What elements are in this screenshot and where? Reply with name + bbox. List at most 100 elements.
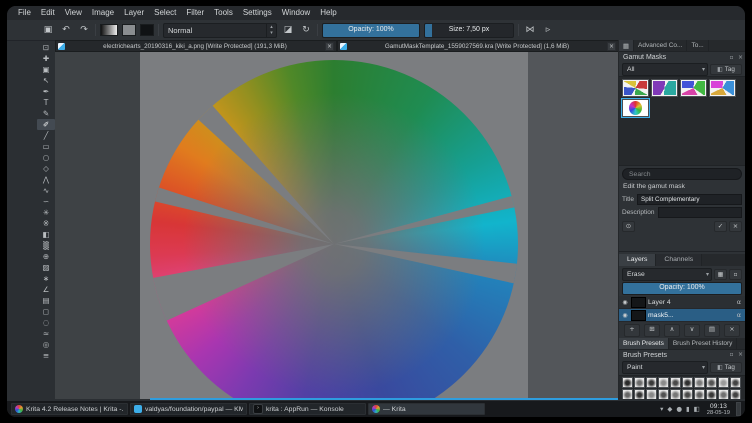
polygon-tool[interactable]: ◇ (37, 163, 55, 174)
layer-filter-button[interactable]: ▦ (714, 268, 727, 280)
tray-icon-5[interactable]: ◧ (694, 405, 700, 413)
gamut-mask-4[interactable] (709, 79, 736, 97)
brush-tag-button[interactable]: ◧ Tag (710, 362, 742, 373)
alpha-lock-icon[interactable]: α (737, 311, 743, 319)
pattern-chooser[interactable] (122, 24, 136, 36)
mask-tag-button[interactable]: ◧ Tag (710, 64, 742, 75)
brush-presets-tab[interactable]: Brush Presets (619, 338, 669, 349)
redo-button[interactable]: ↷ (77, 23, 91, 37)
brush-preset-thumb[interactable] (670, 389, 681, 399)
menu-help[interactable]: Help (315, 6, 341, 20)
more-options-button[interactable]: ▹ (541, 23, 555, 37)
gamut-mask-color-wheel[interactable] (150, 60, 518, 399)
menu-file[interactable]: File (13, 6, 36, 20)
brush-preset-thumb[interactable] (694, 377, 705, 388)
menu-window[interactable]: Window (277, 6, 315, 20)
subwindow-titlebar-gamut[interactable]: GamutMaskTemplate_1559027569.kra [Write … (337, 40, 619, 52)
mask-title-input[interactable]: Split Complementary (637, 193, 742, 205)
gamut-masks-tab[interactable]: ▦ (619, 40, 634, 51)
menu-image[interactable]: Image (87, 6, 119, 20)
brush-preset-thumb[interactable] (730, 377, 741, 388)
brush-preset-thumb[interactable] (658, 389, 669, 399)
float-docker-button[interactable]: ▫ (727, 350, 736, 360)
tray-icon-4[interactable]: ▮ (686, 405, 690, 413)
close-docker-button[interactable]: × (736, 53, 745, 63)
layer-row-mask5-[interactable]: ◉ mask5... α (619, 309, 745, 322)
zoom-tool[interactable]: ◎ (37, 339, 55, 350)
gradient-chooser[interactable] (100, 24, 118, 36)
move-tool[interactable]: ✚ (37, 53, 55, 64)
gradient-tool[interactable]: ▒ (37, 240, 55, 251)
mask-description-input[interactable] (657, 206, 742, 218)
fill-tool[interactable]: ◧ (37, 229, 55, 240)
layer-options-button[interactable]: ▫ (729, 268, 742, 280)
bezier-curve-tool[interactable]: ∿ (37, 185, 55, 196)
freehand-brush-tool[interactable]: ✐ (37, 119, 55, 130)
multibrush-tool[interactable]: ※ (37, 218, 55, 229)
layer-row-layer-4[interactable]: ◉ Layer 4 α (619, 296, 745, 309)
mask-tag-filter-combo[interactable]: All ▾ (622, 63, 708, 76)
freehand-path-tool[interactable]: ∽ (37, 196, 55, 207)
assistants-tool[interactable]: ∗ (37, 273, 55, 284)
elliptical-selection-tool[interactable]: ◌ (37, 317, 55, 328)
tray-icon-3[interactable]: ● (676, 405, 682, 413)
gamut-mask-2[interactable] (651, 79, 678, 97)
brush-preset-history-tab[interactable]: Brush Preset History (669, 338, 738, 349)
taskbar-item-2[interactable]: valdyas/foundation/paypal — KM... (130, 403, 247, 415)
mirror-button[interactable]: ⋈ (523, 23, 537, 37)
close-subwindow-button[interactable]: × (607, 41, 616, 51)
opacity-slider[interactable]: Opacity: 100% (322, 22, 420, 38)
tray-icon-1[interactable]: ▾ (660, 405, 663, 413)
visibility-eye-icon[interactable]: ◉ (621, 299, 629, 306)
tray-icon-2[interactable]: ◆ (667, 405, 672, 413)
delete-layer-button[interactable]: × (724, 323, 740, 337)
menu-layer[interactable]: Layer (119, 6, 149, 20)
menu-settings[interactable]: Settings (238, 6, 277, 20)
brush-preset-thumb[interactable] (694, 389, 705, 399)
duplicate-layer-button[interactable]: ⊞ (644, 323, 660, 337)
menu-view[interactable]: View (60, 6, 87, 20)
clock[interactable]: 09:13 28-05-19 (707, 403, 730, 416)
brush-tag-filter-combo[interactable]: Paint ▾ (622, 361, 708, 374)
gamut-mask-1[interactable] (622, 79, 649, 97)
brush-preset-thumb[interactable] (670, 377, 681, 388)
brush-preset-thumb[interactable] (706, 389, 717, 399)
canvas-area[interactable] (55, 52, 619, 399)
move-layer-down-button[interactable]: ∨ (684, 323, 700, 337)
edit-shapes-tool[interactable]: ✎ (37, 108, 55, 119)
show-desktop-button[interactable] (736, 402, 741, 416)
brush-preset-thumb[interactable] (622, 377, 633, 388)
pan-tool[interactable]: ≡ (37, 350, 55, 361)
foreground-color-chooser[interactable] (140, 24, 154, 36)
layer-opacity-slider[interactable]: Opacity: 100% (622, 282, 742, 295)
cancel-mask-button[interactable]: × (729, 220, 742, 232)
brush-preset-thumb[interactable] (682, 389, 693, 399)
dynamic-brush-tool[interactable]: ✳ (37, 207, 55, 218)
brush-preset-thumb[interactable] (634, 377, 645, 388)
smart-patch-tool[interactable]: ▨ (37, 262, 55, 273)
polyline-tool[interactable]: ⋀ (37, 174, 55, 185)
rectangle-tool[interactable]: ▭ (37, 141, 55, 152)
gamut-mask-5[interactable] (621, 98, 650, 118)
brush-preset-thumb[interactable] (730, 389, 741, 399)
undo-button[interactable]: ↶ (59, 23, 73, 37)
brush-size-slider[interactable]: Size: 7,50 px (424, 22, 514, 38)
menu-tools[interactable]: Tools (209, 6, 238, 20)
visibility-eye-icon[interactable]: ◉ (621, 312, 629, 319)
brush-preset-thumb[interactable] (622, 389, 633, 399)
float-docker-button[interactable]: ▫ (727, 53, 736, 63)
save-mask-button[interactable]: ✓ (714, 220, 727, 232)
taskbar-item-3[interactable]: › krita : AppRun — Konsole (249, 403, 366, 415)
eraser-mode-button[interactable]: ◪ (281, 23, 295, 37)
add-layer-button[interactable]: + (624, 323, 640, 337)
blending-mode-combo[interactable]: Normal ▴ ▾ (163, 22, 277, 38)
freehand-selection-tool[interactable]: ≈ (37, 328, 55, 339)
text-tool[interactable]: T (37, 97, 55, 108)
reference-images-tool[interactable]: ▤ (37, 295, 55, 306)
ellipse-tool[interactable]: ○ (37, 152, 55, 163)
touch-docker-tab[interactable]: To... (687, 40, 709, 51)
brush-preset-thumb[interactable] (658, 377, 669, 388)
menu-filter[interactable]: Filter (181, 6, 209, 20)
move-layer-up-button[interactable]: ∧ (664, 323, 680, 337)
subwindow-titlebar-kiki[interactable]: electrichearts_20190316_kiki_a.png [Writ… (55, 40, 337, 52)
